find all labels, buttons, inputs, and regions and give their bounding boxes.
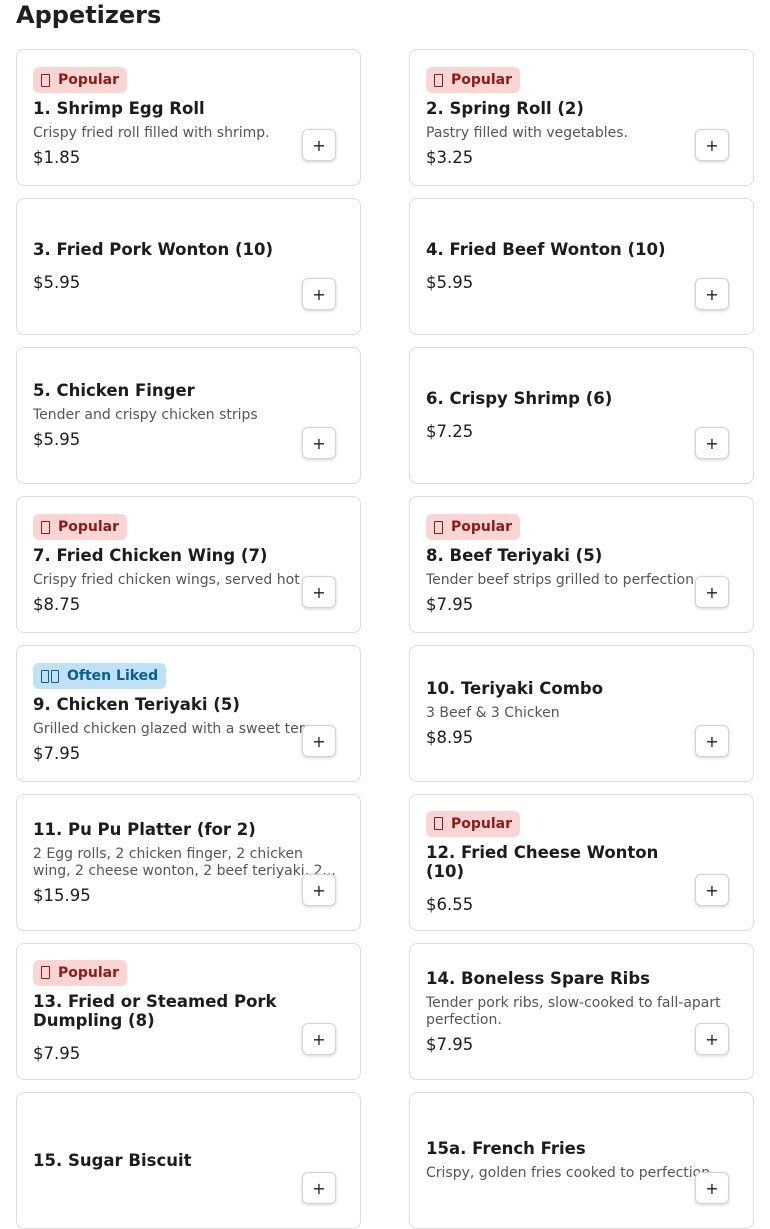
menu-item-card[interactable]: 14. Boneless Spare Ribs Tender pork ribs,…: [409, 943, 754, 1080]
popular-badge: Popular: [426, 810, 521, 837]
menu-item-name: 4. Fried Beef Wonton (10): [426, 240, 666, 259]
menu-item-price: $7.25: [426, 422, 474, 441]
menu-item-price: $5.95: [33, 273, 81, 292]
menu-item-price: $8.75: [33, 595, 81, 614]
menu-grid: Popular 1. Shrimp Egg Roll Crispy fried ro…: [16, 49, 754, 1229]
menu-item-name: 6. Crispy Shrimp (6): [426, 389, 613, 408]
badge-label: Popular: [451, 519, 513, 535]
badge-label: Popular: [58, 964, 120, 981]
add-to-cart-button[interactable]: +: [302, 278, 336, 310]
menu-item-description: Crispy, golden fries cooked to perfectio…: [426, 1165, 715, 1181]
menu-item-name: 5. Chicken Finger: [33, 381, 195, 400]
add-to-cart-button[interactable]: +: [695, 874, 729, 906]
menu-item-price: $3.25: [426, 148, 474, 167]
badge-label: Often Liked: [67, 668, 159, 684]
menu-item-card[interactable]: 5. Chicken Finger Tender and crispy chick…: [16, 347, 361, 484]
add-to-cart-button[interactable]: +: [302, 129, 336, 161]
menu-item-price: $8.95: [426, 728, 474, 747]
menu-item-description: Tender pork ribs, slow-cooked to fall-ap…: [426, 994, 721, 1028]
menu-item-name: 9. Chicken Teriyaki (5): [33, 695, 240, 714]
popular-badge: Popular: [33, 959, 128, 986]
popular-badge: Popular: [33, 514, 128, 540]
badge-label: Popular: [58, 72, 120, 88]
menu-item-price: $7.95: [33, 1043, 81, 1063]
menu-item-name: 2. Spring Roll (2): [426, 99, 584, 118]
add-to-cart-button[interactable]: +: [695, 1023, 729, 1055]
add-to-cart-button[interactable]: +: [302, 1172, 336, 1204]
add-to-cart-button[interactable]: +: [302, 725, 336, 757]
menu-item-name: 10. Teriyaki Combo: [426, 679, 604, 698]
add-to-cart-button[interactable]: +: [695, 725, 729, 757]
menu-item-description: Pastry filled with vegetables.: [426, 125, 628, 141]
add-to-cart-button[interactable]: +: [302, 874, 336, 906]
menu-item-card[interactable]: 4. Fried Beef Wonton (10) $5.95 +: [409, 198, 754, 335]
add-to-cart-button[interactable]: +: [695, 576, 729, 608]
add-to-cart-button[interactable]: +: [695, 129, 729, 161]
popular-badge: Popular: [426, 67, 521, 93]
menu-item-name: 15. Sugar Biscuit: [33, 1151, 192, 1170]
add-to-cart-button[interactable]: +: [695, 278, 729, 310]
popular-badge: Popular: [33, 67, 128, 93]
menu-item-card[interactable]: Popular 7. Fried Chicken Wing (7) Crispy f…: [16, 496, 361, 633]
menu-item-price: $15.95: [33, 885, 91, 905]
menu-item-name: 11. Pu Pu Platter (for 2): [33, 819, 256, 839]
menu-item-card[interactable]: 11. Pu Pu Platter (for 2) 2 Egg rolls, 2 …: [16, 794, 361, 931]
flame-icon: [434, 73, 443, 87]
thumbs-up-icon: [51, 669, 59, 683]
menu-item-card[interactable]: 3. Fried Pork Wonton (10) $5.95 +: [16, 198, 361, 335]
menu-item-description: Crispy fried roll filled with shrimp.: [33, 125, 270, 141]
menu-item-description: 2 Egg rolls, 2 chicken finger, 2 chicken…: [33, 845, 336, 879]
section-title: Appetizers: [16, 1, 162, 29]
flame-icon: [434, 520, 443, 534]
badge-label: Popular: [451, 815, 513, 832]
badge-label: Popular: [58, 519, 120, 535]
menu-item-card[interactable]: Popular 2. Spring Roll (2) Pastry filled w…: [409, 49, 754, 186]
flame-icon: [434, 817, 443, 830]
menu-item-name: 3. Fried Pork Wonton (10): [33, 240, 273, 259]
menu-item-name: 8. Beef Teriyaki (5): [426, 546, 603, 565]
menu-item-name: 14. Boneless Spare Ribs: [426, 968, 650, 988]
menu-item-name: 7. Fried Chicken Wing (7): [33, 546, 268, 565]
menu-item-description: Tender and crispy chicken strips: [33, 407, 258, 423]
menu-item-price: $6.55: [426, 894, 474, 914]
menu-item-card[interactable]: Often Liked 9. Chicken Teriyaki (5) Grille…: [16, 645, 361, 782]
menu-item-price: $7.95: [33, 744, 81, 763]
menu-item-price: $7.95: [426, 1034, 474, 1054]
menu-item-card[interactable]: 6. Crispy Shrimp (6) $7.25 +: [409, 347, 754, 484]
menu-item-name: 13. Fried or Steamed Pork Dumpling (8): [33, 991, 277, 1030]
menu-item-description: Crispy fried chicken wings, served hot: [33, 572, 300, 588]
add-to-cart-button[interactable]: +: [695, 427, 729, 459]
menu-item-card[interactable]: Popular 8. Beef Teriyaki (5) Tender beef s…: [409, 496, 754, 633]
menu-item-name: 1. Shrimp Egg Roll: [33, 99, 205, 118]
thumbs-up-icon: [41, 669, 49, 683]
menu-item-price: $1.85: [33, 148, 81, 167]
popular-badge: Popular: [426, 514, 521, 540]
menu-item-card[interactable]: 15. Sugar Biscuit +: [16, 1092, 361, 1229]
menu-item-card[interactable]: 15a. French Fries Crispy, golden fries co…: [409, 1092, 754, 1229]
add-to-cart-button[interactable]: +: [302, 576, 336, 608]
badge-label: Popular: [451, 72, 513, 88]
menu-item-price: $7.95: [426, 595, 474, 614]
menu-item-price: $5.95: [33, 430, 81, 449]
menu-item-description: Grilled chicken glazed with a sweet ter.…: [33, 721, 317, 737]
menu-item-card[interactable]: Popular 13. Fried or Steamed Pork Dumplin…: [16, 943, 361, 1080]
add-to-cart-button[interactable]: +: [302, 427, 336, 459]
menu-item-card[interactable]: Popular 12. Fried Cheese Wonton (10) $6.55…: [409, 794, 754, 931]
menu-item-price: $5.95: [426, 273, 474, 292]
menu-item-description: Tender beef strips grilled to perfection: [426, 572, 694, 588]
often-liked-badge: Often Liked: [33, 663, 167, 689]
menu-item-name: 12. Fried Cheese Wonton (10): [426, 842, 659, 881]
flame-icon: [41, 966, 50, 979]
add-to-cart-button[interactable]: +: [695, 1172, 729, 1204]
flame-icon: [41, 520, 50, 534]
add-to-cart-button[interactable]: +: [302, 1023, 336, 1055]
menu-item-card[interactable]: 10. Teriyaki Combo 3 Beef & 3 Chicken $8.9…: [409, 645, 754, 782]
menu-item-description: 3 Beef & 3 Chicken: [426, 705, 560, 721]
menu-item-card[interactable]: Popular 1. Shrimp Egg Roll Crispy fried ro…: [16, 49, 361, 186]
flame-icon: [41, 73, 50, 87]
